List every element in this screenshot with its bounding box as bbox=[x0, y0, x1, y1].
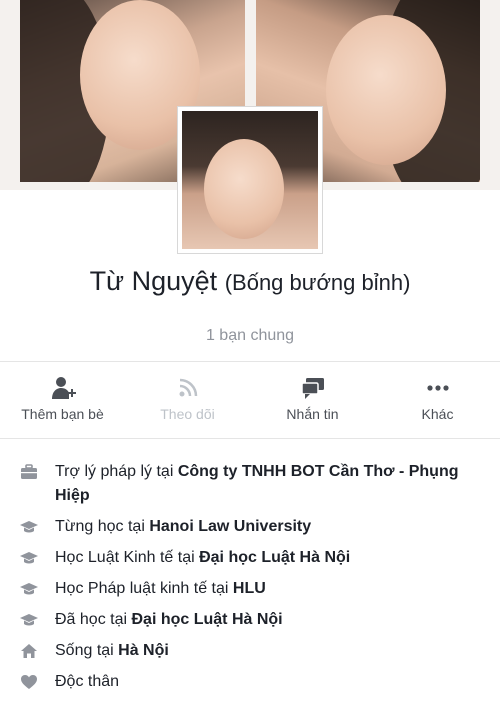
graduation-cap-icon bbox=[19, 609, 39, 631]
intro-item-prefix: Trợ lý pháp lý tại bbox=[55, 463, 178, 480]
intro-item-prefix: Học Luật Kinh tế tại bbox=[55, 549, 200, 566]
heart-icon bbox=[19, 671, 39, 693]
action-bar: Thêm bạn bè Theo dõi Nhắn tin Khác bbox=[0, 372, 500, 432]
message-label: Nhắn tin bbox=[286, 406, 339, 422]
message-icon bbox=[250, 374, 375, 402]
home-icon bbox=[19, 640, 39, 662]
intro-item-value: Hà Nội bbox=[118, 642, 169, 659]
intro-item-value: Đại học Luật Hà Nội bbox=[131, 611, 283, 628]
follow-rss-icon bbox=[125, 374, 250, 402]
intro-item-prefix: Học Pháp luật kinh tế tại bbox=[55, 580, 233, 597]
add-friend-icon bbox=[0, 374, 125, 402]
follow-label: Theo dõi bbox=[160, 406, 215, 422]
divider-bottom bbox=[0, 438, 500, 439]
mutual-friends-link[interactable]: 1 bạn chung bbox=[0, 327, 500, 345]
profile-name: Từ Nguyệt (Bống bướng bỉnh) bbox=[0, 266, 500, 297]
briefcase-icon bbox=[19, 461, 39, 483]
more-button[interactable]: Khác bbox=[375, 372, 500, 432]
intro-item-education-1[interactable]: Từng học tại Hanoi Law University bbox=[0, 515, 500, 539]
graduation-cap-icon bbox=[19, 578, 39, 600]
profile-alternate-name: (Bống bướng bỉnh) bbox=[224, 270, 411, 295]
follow-button[interactable]: Theo dõi bbox=[125, 372, 250, 432]
graduation-cap-icon bbox=[19, 547, 39, 569]
add-friend-label: Thêm bạn bè bbox=[21, 406, 104, 422]
intro-item-work[interactable]: Trợ lý pháp lý tại Công ty TNHH BOT Cần … bbox=[0, 460, 500, 508]
intro-item-prefix: Độc thân bbox=[55, 673, 120, 690]
intro-item-education-3[interactable]: Học Pháp luật kinh tế tại HLU bbox=[0, 577, 500, 601]
more-label: Khác bbox=[421, 406, 454, 422]
message-button[interactable]: Nhắn tin bbox=[250, 372, 375, 432]
intro-item-value: Đại học Luật Hà Nội bbox=[199, 549, 351, 566]
intro-item-lives-in[interactable]: Sống tại Hà Nội bbox=[0, 639, 500, 663]
intro-item-relationship[interactable]: Độc thân bbox=[0, 670, 500, 694]
intro-item-education-4[interactable]: Đã học tại Đại học Luật Hà Nội bbox=[0, 608, 500, 632]
intro-item-prefix: Từng học tại bbox=[55, 518, 150, 535]
add-friend-button[interactable]: Thêm bạn bè bbox=[0, 372, 125, 432]
intro-item-education-2[interactable]: Học Luật Kinh tế tại Đại học Luật Hà Nội bbox=[0, 546, 500, 570]
intro-item-prefix: Đã học tại bbox=[55, 611, 132, 628]
graduation-cap-icon bbox=[19, 516, 39, 538]
intro-item-value: Hanoi Law University bbox=[149, 518, 312, 535]
more-dots-icon bbox=[375, 374, 500, 402]
intro-item-value: HLU bbox=[232, 580, 266, 597]
profile-name-main: Từ Nguyệt bbox=[89, 266, 218, 296]
intro-list: Trợ lý pháp lý tại Công ty TNHH BOT Cần … bbox=[0, 460, 500, 694]
profile-picture[interactable] bbox=[177, 106, 323, 254]
intro-item-prefix: Sống tại bbox=[55, 642, 119, 659]
divider-top bbox=[0, 361, 500, 362]
